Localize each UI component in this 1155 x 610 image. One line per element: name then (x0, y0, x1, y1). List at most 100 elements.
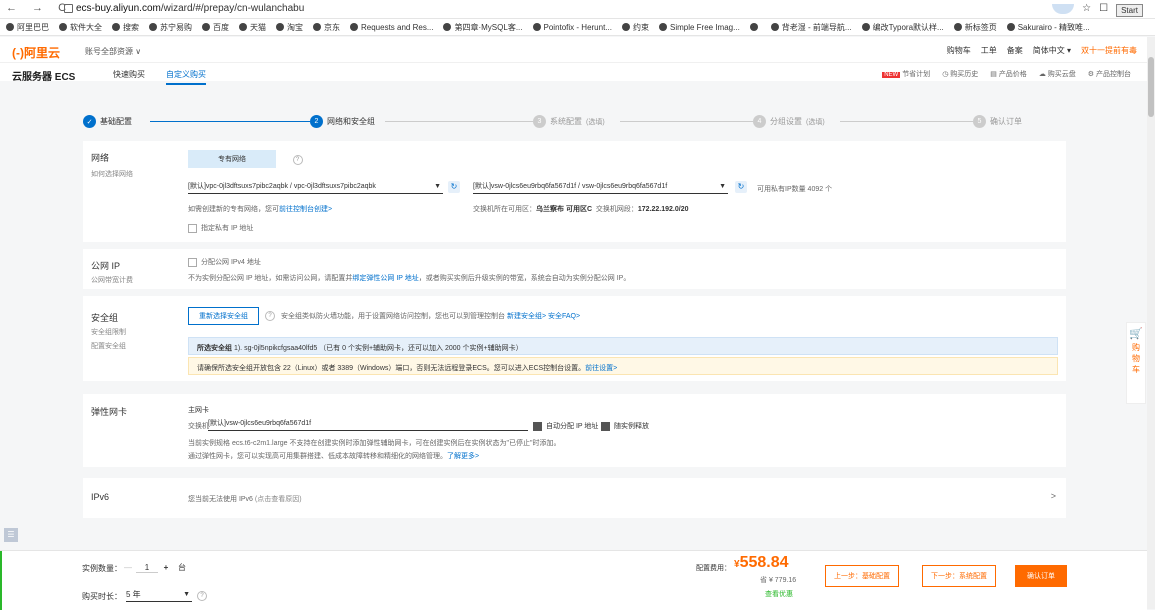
eip-link[interactable]: 绑定弹性公网 IP 地址 (352, 275, 418, 282)
step-confirm[interactable]: 5 确认订单 (973, 115, 1026, 128)
window-icon[interactable]: ☐ (1099, 3, 1108, 14)
bookmark-item[interactable] (749, 23, 761, 31)
buy-disk-link[interactable]: ☁ 购买云盘 (1039, 69, 1076, 79)
security-faq-link[interactable]: 安全FAQ> (548, 313, 580, 320)
menu-icon[interactable]: ☰ (4, 528, 18, 542)
bookmark-item[interactable]: Pointofix - Herunt... (532, 23, 612, 32)
bookmark-item[interactable]: 天猫 (239, 22, 266, 33)
bookmark-item[interactable]: Requests and Res... (350, 23, 433, 32)
cart-icon: 🛒 (1129, 328, 1143, 340)
help-icon[interactable]: ? (197, 591, 207, 601)
scrollbar-thumb[interactable] (1148, 57, 1154, 117)
private-ip-checkbox[interactable]: 指定私有 IP 地址 (188, 223, 253, 233)
vswitch-select[interactable]: [默认]vsw-0jlcs6eu9rbq6fa567d1f / vsw-0jlc… (473, 181, 728, 194)
step-line (840, 121, 973, 122)
bookmark-item[interactable]: 编改Typora默认样... (861, 22, 944, 33)
checkbox (188, 223, 197, 233)
language-select[interactable]: 简体中文 ▾ (1033, 45, 1071, 56)
bookmark-item[interactable]: 京东 (313, 22, 340, 33)
bookmark-item[interactable]: 阿里巴巴 (6, 22, 49, 33)
bookmark-icon (149, 23, 157, 31)
savings-plan-link[interactable]: NEW 节省计划 (882, 69, 930, 79)
eni-switch-field: [默认]vsw-0jlcs6eu9rbq6fa567d1f (208, 418, 528, 431)
account-menu[interactable]: 账号全部资源 ∨ (85, 46, 141, 57)
bookmark-item[interactable]: 淘宝 (276, 22, 303, 33)
help-icon[interactable]: ? (292, 155, 303, 165)
qty-plus-button[interactable]: + (158, 563, 174, 572)
side-cart[interactable]: 🛒 购物车 (1126, 322, 1146, 404)
selected-security-group: 所选安全组 1). sg-0jl5npikcfgsaa40lfd5 （已有 0 … (188, 337, 1058, 355)
help-icon[interactable]: ? (265, 311, 275, 321)
public-ip-section: 公网 IP 公网带宽计费 分配公网 IPv4 地址 不为实例分配公网 IP 地址… (83, 249, 1066, 289)
bookmark-item[interactable]: 百度 (202, 22, 229, 33)
release-with-instance-checkbox[interactable]: 随实例释放 (601, 421, 649, 431)
scrollbar[interactable] (1147, 37, 1155, 609)
bookmark-icon (350, 23, 358, 31)
console-link[interactable]: ⚙ 产品控制台 (1088, 69, 1131, 79)
public-ipv4-checkbox[interactable]: 分配公网 IPv4 地址 (188, 257, 261, 267)
refresh-icon[interactable]: ↻ (448, 181, 460, 193)
next-step-button[interactable]: 下一步：系统配置 (922, 565, 996, 587)
ip-count: 可用私有IP数量 4092 个 (757, 186, 833, 193)
new-security-group-link[interactable]: 新建安全组> (507, 313, 546, 320)
network-help[interactable]: 如何选择网络 (91, 169, 133, 179)
qty-input[interactable]: 1 (136, 563, 158, 573)
price-label: 配置费用： (696, 565, 731, 572)
bookmark-item[interactable]: 苏宁易购 (149, 22, 192, 33)
profile-icon[interactable] (1052, 3, 1075, 14)
bookmark-item[interactable]: 软件大全 (59, 22, 102, 33)
bookmark-item[interactable]: 约束 (621, 22, 649, 33)
chevron-down-icon: ▼ (719, 183, 726, 190)
header-link[interactable]: 购物车 (947, 45, 971, 56)
confirm-order-button[interactable]: 确认订单 (1015, 565, 1067, 587)
public-ip-hint: 不为实例分配公网 IP 地址，如需访问公网，请配置并绑定弹性公网 IP 地址，或… (188, 275, 631, 282)
header-link[interactable]: 备案 (1007, 45, 1023, 56)
address-bar[interactable]: ecs-buy.aliyun.com/wizard/#/prepay/cn-wu… (76, 3, 304, 14)
promo-link[interactable]: 双十一提前有毒 (1081, 45, 1137, 56)
price-link[interactable]: ▤ 产品价格 (990, 69, 1027, 79)
aliyun-logo[interactable]: (-)阿里云 (12, 44, 60, 61)
create-vpc-link[interactable]: 前往控制台创建> (279, 206, 332, 213)
bookmark-item[interactable]: 第四章·MySQL客... (443, 22, 523, 33)
ipv6-section[interactable]: IPv6 您当前无法使用 IPv6 (点击查看原因) > (83, 478, 1066, 518)
step-network[interactable]: 2 网络和安全组 (310, 115, 379, 128)
bookmark-item[interactable]: Sakurairo - 精致唯... (1006, 22, 1090, 33)
learn-more-link[interactable]: 了解更多> (447, 453, 479, 460)
bookmark-icon (239, 23, 247, 31)
vpc-type-button[interactable]: 专有网络 (188, 150, 276, 168)
saved-amount: 省 ¥ 779.16 (760, 577, 797, 584)
chevron-right-icon[interactable]: > (1051, 491, 1056, 501)
header-link[interactable]: 工单 (981, 45, 997, 56)
qty-minus-button[interactable]: — (120, 563, 136, 572)
bookmark-icon (621, 23, 630, 31)
tab-quick-buy[interactable]: 快速购买 (113, 69, 145, 80)
nav-buttons[interactable]: ← → C (6, 2, 72, 14)
duration-select[interactable]: 5 年 ▼ (126, 589, 192, 602)
vpc-select[interactable]: [默认]vpc-0jl3dftsuxs7pibc2aqbk / vpc-0jl3… (188, 181, 443, 194)
bookmark-icon (443, 23, 452, 31)
step-basic[interactable]: ✓ 基础配置 (83, 115, 136, 128)
step-system[interactable]: 3 系统配置 (选填) (533, 115, 609, 128)
tab-custom-buy[interactable]: 自定义购买 (166, 69, 206, 85)
bookmark-item[interactable]: Simple Free Imag... (658, 23, 740, 32)
bookmark-item[interactable]: 搜索 (112, 22, 139, 33)
eni-note-2: 通过弹性网卡，您可以实现高可用集群搭建、低成本故障转移和精细化的网络管理。了解更… (188, 453, 480, 460)
star-icon[interactable]: ☆ (1082, 3, 1091, 14)
step-group[interactable]: 4 分组设置 (选填) (753, 115, 829, 128)
purchase-history-link[interactable]: ◷ 购买历史 (942, 69, 978, 79)
bookmark-icon (953, 23, 962, 31)
goto-settings-link[interactable]: 前往设置> (585, 365, 617, 372)
refresh-icon[interactable]: ↻ (735, 181, 747, 193)
discount-link[interactable]: 查看优惠 (765, 589, 793, 599)
bookmark-icon (749, 23, 758, 31)
bookmark-icon (112, 23, 120, 31)
step-progress: ✓ 基础配置 2 网络和安全组 3 系统配置 (选填) 4 分组设置 (选填) 5 确认订单 (0, 109, 1147, 133)
bookmark-icon (276, 23, 284, 31)
start-button[interactable]: Start (1116, 4, 1143, 17)
auto-ip-checkbox[interactable]: 自动分配 IP 地址 (533, 421, 598, 431)
security-group-label: 安全组 (91, 313, 119, 323)
prev-step-button[interactable]: 上一步：基础配置 (825, 565, 899, 587)
bookmark-item[interactable]: 新标签页 (953, 22, 997, 33)
bookmark-item[interactable]: 背老湿 - 前端导航... (770, 22, 852, 33)
reselect-security-group-button[interactable]: 重新选择安全组 (188, 307, 259, 325)
